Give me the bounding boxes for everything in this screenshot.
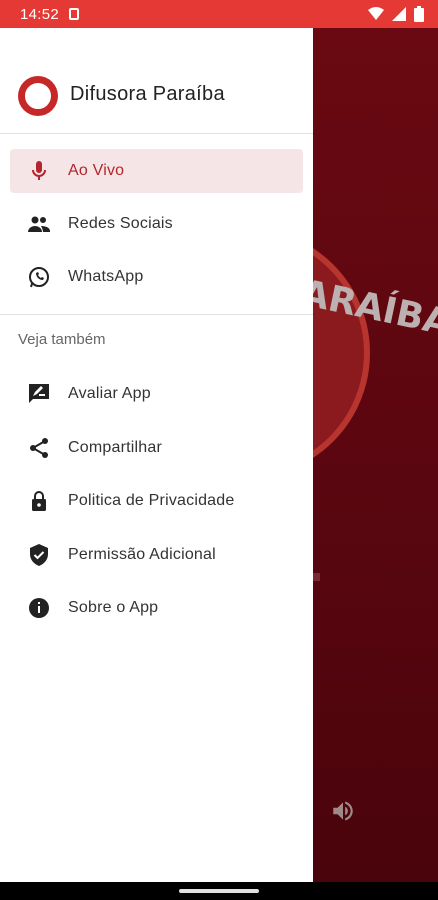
drawer-divider <box>0 314 313 315</box>
nav-item-permissao-adicional[interactable]: Permissão Adicional <box>10 533 303 577</box>
nav-item-label: Politica de Privacidade <box>68 492 235 509</box>
nav-item-label: Avaliar App <box>68 385 151 402</box>
status-time: 14:52 <box>20 5 60 23</box>
nav-item-redes-sociais[interactable]: Redes Sociais <box>10 202 303 246</box>
app-logo <box>18 76 58 116</box>
nav-item-label: Sobre o App <box>68 599 159 616</box>
nav-item-compartilhar[interactable]: Compartilhar <box>10 426 303 470</box>
people-icon <box>27 212 51 236</box>
nav-item-label: WhatsApp <box>68 268 144 285</box>
volume-icon[interactable] <box>330 798 356 824</box>
home-handle[interactable] <box>179 889 259 893</box>
nav-item-ao-vivo[interactable]: Ao Vivo <box>10 149 303 193</box>
info-icon <box>27 596 51 620</box>
status-bar: 14:52 <box>0 0 438 28</box>
nav-item-avaliar-app[interactable]: Avaliar App <box>10 372 303 416</box>
nav-item-label: Compartilhar <box>68 439 162 456</box>
share-icon <box>27 436 51 460</box>
nav-item-whatsapp[interactable]: WhatsApp <box>10 255 303 299</box>
background-mark <box>312 573 320 581</box>
section-title: Veja também <box>18 331 106 348</box>
drawer-header: Difusora Paraíba <box>0 28 313 134</box>
whatsapp-icon <box>27 265 51 289</box>
nav-item-label: Ao Vivo <box>68 162 125 179</box>
app-title: Difusora Paraíba <box>70 83 225 105</box>
shield-check-icon <box>27 543 51 567</box>
nav-item-politica-privacidade[interactable]: Politica de Privacidade <box>10 479 303 523</box>
nav-item-sobre-app[interactable]: Sobre o App <box>10 586 303 630</box>
wifi-icon <box>368 7 384 20</box>
rate-review-icon <box>27 382 51 406</box>
signal-icon <box>392 7 406 21</box>
microphone-icon <box>27 159 51 183</box>
nav-item-label: Redes Sociais <box>68 215 173 232</box>
battery-icon <box>414 6 424 22</box>
nav-item-label: Permissão Adicional <box>68 546 216 563</box>
system-nav-bar <box>0 882 438 900</box>
lock-icon <box>27 489 51 513</box>
navigation-drawer: Difusora Paraíba Ao Vivo Redes Sociais W… <box>0 28 313 882</box>
notification-icon <box>69 8 80 20</box>
